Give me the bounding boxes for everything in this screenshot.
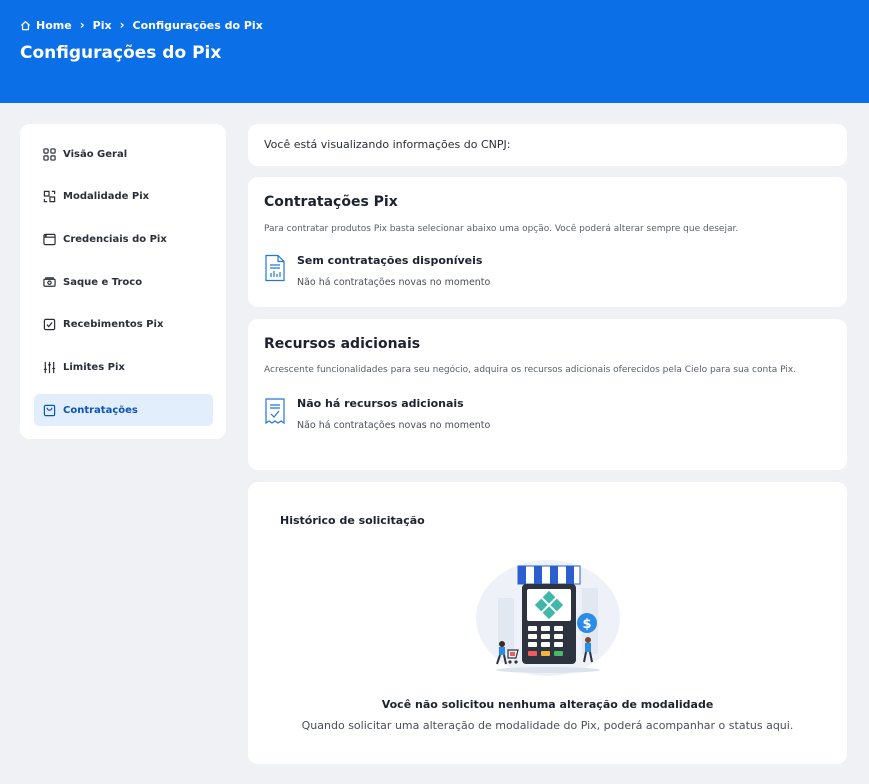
check-doc-icon <box>43 319 56 331</box>
card-title: Histórico de solicitação <box>280 514 425 527</box>
card-description: Para contratar produtos Pix basta seleci… <box>264 224 739 234</box>
contratacoes-card: Contratações Pix Para contratar produtos… <box>248 177 847 307</box>
sidebar: Visão Geral Modalidade Pix Credenciais d… <box>20 124 226 439</box>
empty-state: Não há recursos adicionais Não há contra… <box>264 397 490 431</box>
sidebar-item-saque-troco[interactable]: Saque e Troco <box>34 266 213 298</box>
bag-icon <box>43 404 56 416</box>
receipt-check-icon <box>265 398 285 425</box>
sidebar-item-label: Credenciais do Pix <box>63 233 167 245</box>
empty-title: Sem contratações disponíveis <box>297 254 483 267</box>
breadcrumb: Home › Pix › Configurações do Pix <box>20 18 263 32</box>
page-title: Configurações do Pix <box>20 43 222 63</box>
sidebar-item-visao-geral[interactable]: Visão Geral <box>34 138 213 170</box>
card-title: Recursos adicionais <box>264 336 421 352</box>
svg-text:$: $ <box>582 617 591 632</box>
breadcrumb-home-label: Home <box>36 18 72 32</box>
card-description: Acrescente funcionalidades para seu negó… <box>264 365 797 375</box>
sidebar-item-modalidade-pix[interactable]: Modalidade Pix <box>34 181 213 213</box>
cnpj-info-text: Você está visualizando informações do CN… <box>264 138 511 151</box>
recursos-card: Recursos adicionais Acrescente funcional… <box>248 319 847 470</box>
card-title: Contratações Pix <box>264 194 398 210</box>
empty-title: Você não solicitou nenhuma alteração de … <box>381 698 714 711</box>
cash-icon <box>43 276 56 287</box>
sidebar-item-label: Limites Pix <box>63 361 125 373</box>
sidebar-item-limites[interactable]: Limites Pix <box>34 351 213 383</box>
home-icon <box>20 20 31 30</box>
swap-icon <box>43 190 56 203</box>
grid-icon <box>43 147 56 161</box>
sidebar-item-label: Modalidade Pix <box>63 191 150 203</box>
sidebar-item-recebimentos[interactable]: Recebimentos Pix <box>34 309 213 341</box>
empty-state: Sem contratações disponíveis Não há cont… <box>264 254 490 288</box>
sidebar-item-label: Saque e Troco <box>63 276 143 288</box>
breadcrumb-pix[interactable]: Pix <box>93 19 112 32</box>
empty-subtitle: Não há contratações novas no momento <box>297 420 491 431</box>
historico-card: Histórico de solicitação $ Você não soli… <box>248 482 847 764</box>
breadcrumb-home[interactable]: Home <box>20 19 72 32</box>
page-header: Home › Pix › Configurações do Pix Config… <box>0 0 869 103</box>
sliders-icon <box>43 361 56 374</box>
chevron-right-icon: › <box>119 18 125 32</box>
window-icon <box>43 233 56 246</box>
report-document-icon <box>265 254 285 282</box>
storefront-terminal-illustration: $ <box>476 560 620 676</box>
empty-subtitle: Quando solicitar uma alteração de modali… <box>301 719 794 732</box>
sidebar-item-label: Contratações <box>63 404 138 416</box>
empty-title: Não há recursos adicionais <box>297 397 464 410</box>
sidebar-item-credenciais[interactable]: Credenciais do Pix <box>34 223 213 255</box>
cnpj-info-card: Você está visualizando informações do CN… <box>248 124 847 166</box>
sidebar-item-label: Recebimentos Pix <box>63 319 164 331</box>
sidebar-item-contratacoes[interactable]: Contratações <box>34 394 213 427</box>
breadcrumb-current: Configurações do Pix <box>132 18 263 32</box>
chevron-right-icon: › <box>79 18 85 32</box>
sidebar-item-label: Visão Geral <box>63 148 128 160</box>
empty-subtitle: Não há contratações novas no momento <box>297 277 491 288</box>
